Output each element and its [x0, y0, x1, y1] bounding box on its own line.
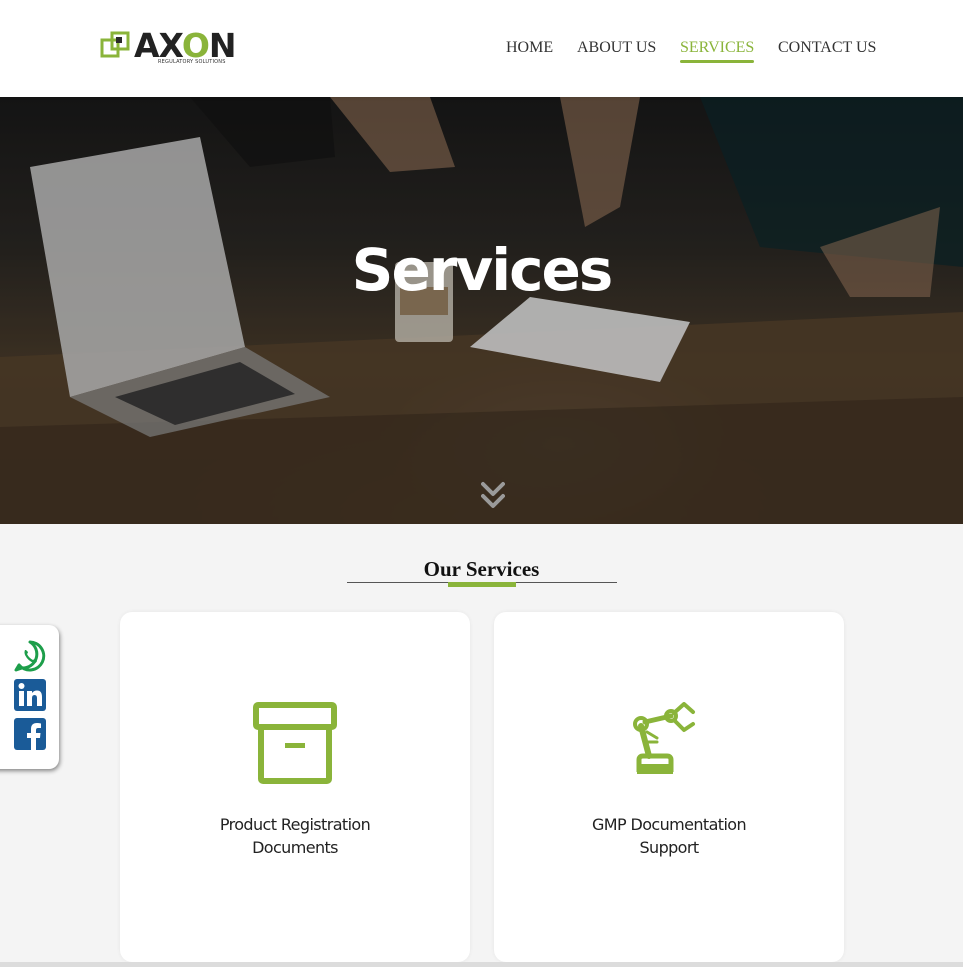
service-card-product-registration[interactable]: Product Registration Documents: [120, 612, 470, 962]
hero-background-image: [0, 97, 963, 524]
whatsapp-icon[interactable]: [14, 640, 46, 672]
social-links-panel: [0, 625, 59, 769]
page-bottom-edge: [0, 962, 963, 967]
service-card-gmp-documentation[interactable]: GMP Documentation Support: [494, 612, 844, 962]
hero-banner: Services: [0, 97, 963, 524]
linkedin-icon[interactable]: [14, 679, 46, 711]
robot-arm-icon: [633, 702, 695, 774]
nav-active-underline: [680, 60, 755, 63]
nav-home[interactable]: HOME: [506, 39, 553, 63]
facebook-icon[interactable]: [14, 718, 46, 750]
nav-contact-us[interactable]: CONTACT US: [778, 39, 876, 63]
section-heading-accent: [448, 582, 516, 587]
nav-about-us[interactable]: ABOUT US: [577, 39, 656, 63]
service-title: Product Registration Documents: [219, 815, 371, 857]
double-chevron-down-icon[interactable]: [481, 481, 505, 511]
site-header: AXON REGULATORY SOLUTIONS HOME ABOUT US …: [0, 0, 963, 97]
section-heading: Our Services: [423, 557, 540, 581]
service-title: GMP Documentation Support: [591, 815, 747, 857]
archive-box-icon: [253, 702, 337, 784]
main-nav: HOME ABOUT US SERVICES CONTACT US: [0, 39, 963, 69]
page-title: Services: [351, 235, 614, 304]
nav-services[interactable]: SERVICES: [680, 39, 755, 63]
